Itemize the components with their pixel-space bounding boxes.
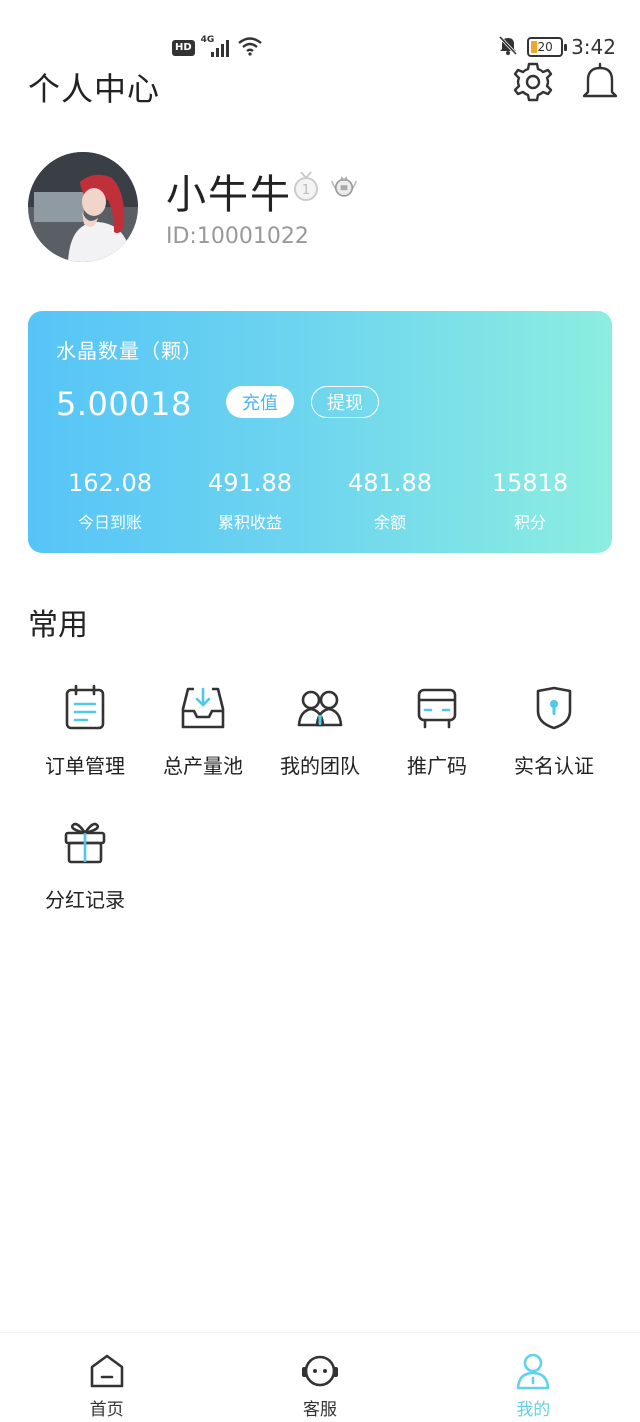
common-section-title: 常用	[28, 608, 88, 643]
my-team-item[interactable]: 我的团队	[261, 682, 379, 779]
gear-icon	[512, 61, 554, 107]
stat-value: 15818	[491, 469, 569, 497]
wifi-icon	[237, 36, 263, 60]
crown-badge-icon	[330, 170, 358, 202]
user-id: ID:10001022	[166, 224, 309, 249]
nav-mine[interactable]: 我的	[427, 1333, 640, 1422]
battery-icon: 20	[527, 37, 568, 57]
stat-label: 今日到账	[77, 513, 142, 532]
grid-label: 总产量池	[163, 754, 243, 778]
stat-balance[interactable]: 481.88 余额	[320, 469, 460, 533]
level-badges: 1	[292, 170, 358, 202]
order-management-item[interactable]: 订单管理	[26, 682, 144, 779]
page-title: 个人中心	[28, 70, 161, 108]
stat-label: 余额	[373, 513, 406, 532]
stat-value: 491.88	[208, 469, 292, 497]
status-left: HD 4G	[172, 35, 263, 60]
home-icon	[87, 1351, 127, 1391]
svg-text:1: 1	[302, 183, 310, 198]
stat-accumulated-earnings[interactable]: 491.88 累积收益	[180, 469, 320, 533]
crystal-amount: 5.00018	[56, 385, 192, 423]
battery-text: 20	[537, 40, 553, 54]
nav-label: 首页	[89, 1400, 124, 1420]
team-icon	[294, 682, 346, 734]
bus-icon	[411, 682, 463, 734]
nav-label: 客服	[302, 1400, 337, 1420]
stat-label: 积分	[513, 513, 546, 532]
stat-value: 162.08	[68, 469, 152, 497]
level-one-badge-icon: 1	[292, 170, 320, 202]
grid-label: 实名认证	[514, 754, 594, 778]
stat-today-arrival[interactable]: 162.08 今日到账	[40, 469, 180, 533]
user-icon	[513, 1351, 553, 1391]
real-name-verification-item[interactable]: 实名认证	[495, 682, 613, 779]
crystal-stats: 162.08 今日到账 491.88 累积收益 481.88 余额 15818 …	[40, 469, 600, 533]
customer-service-icon	[300, 1351, 340, 1391]
bottom-nav: 首页 客服 我的	[0, 1332, 640, 1422]
dividend-records-item[interactable]: 分红记录	[26, 816, 144, 913]
shield-lock-icon	[528, 682, 580, 734]
status-right: 20 3:42	[497, 34, 616, 60]
avatar[interactable]	[28, 152, 138, 262]
inbox-download-icon	[177, 682, 229, 734]
clock: 3:42	[571, 35, 616, 59]
grid-label: 订单管理	[45, 754, 125, 778]
nav-home[interactable]: 首页	[0, 1333, 213, 1422]
stat-points[interactable]: 15818 积分	[460, 469, 600, 533]
promo-code-item[interactable]: 推广码	[378, 682, 496, 779]
hd-badge: HD	[172, 40, 195, 56]
withdraw-button[interactable]: 提现	[311, 386, 379, 418]
status-bar: HD 4G 20 3:42	[0, 0, 640, 62]
grid-label: 分红记录	[45, 888, 125, 912]
gift-icon	[59, 816, 111, 868]
settings-button[interactable]	[511, 62, 555, 106]
bell-icon	[580, 61, 620, 107]
notification-button[interactable]	[578, 62, 622, 106]
grid-label: 我的团队	[280, 754, 360, 778]
crystal-card: 水晶数量（颗） 5.00018 充值 提现 162.08 今日到账 491.88…	[28, 311, 612, 553]
stat-value: 481.88	[348, 469, 432, 497]
total-output-pool-item[interactable]: 总产量池	[144, 682, 262, 779]
nav-label: 我的	[516, 1400, 551, 1420]
nav-customer-service[interactable]: 客服	[213, 1333, 426, 1422]
crystal-title: 水晶数量（颗）	[56, 339, 203, 363]
username: 小牛牛	[166, 172, 292, 218]
clipboard-list-icon	[59, 682, 111, 734]
stat-label: 累积收益	[217, 513, 282, 532]
cell-signal-icon: 4G	[201, 35, 231, 59]
grid-label: 推广码	[407, 754, 467, 778]
recharge-button[interactable]: 充值	[226, 386, 294, 418]
bell-muted-icon	[497, 34, 519, 60]
